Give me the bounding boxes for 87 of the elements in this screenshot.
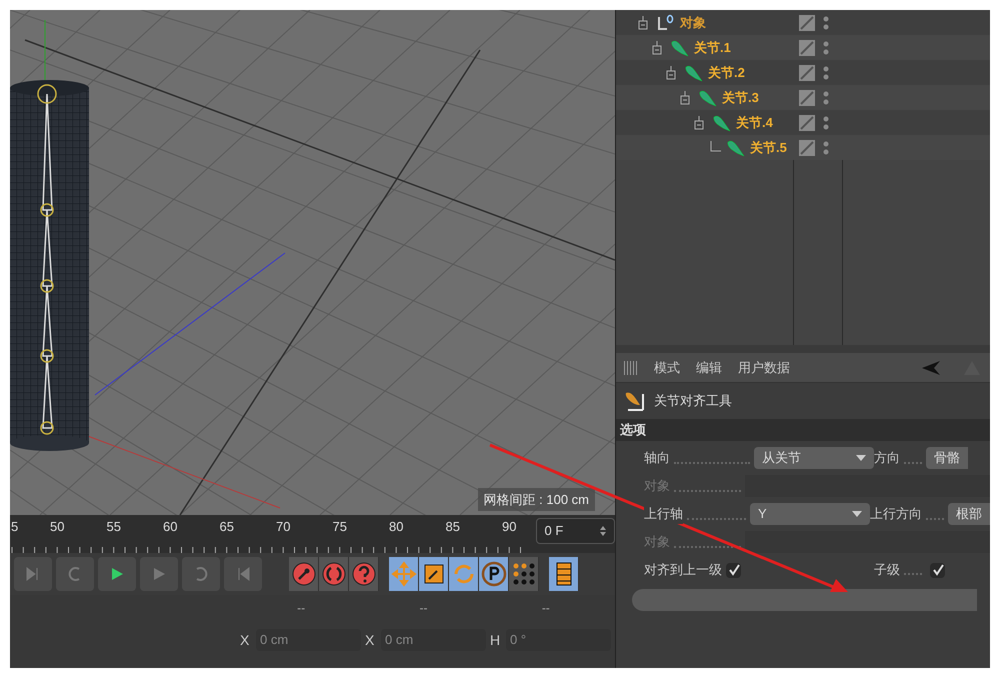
tool-button[interactable] (289, 557, 319, 591)
layer-toggle-icon[interactable] (799, 40, 815, 56)
step-forward-button[interactable] (182, 557, 220, 591)
layer-toggle-icon[interactable] (799, 114, 815, 130)
tool-button[interactable] (509, 557, 539, 591)
viewport[interactable]: 网格间距 : 100 cm (10, 10, 615, 515)
caret-icon (852, 511, 862, 517)
joint-icon (726, 138, 746, 156)
layer-toggle-icon[interactable] (799, 64, 815, 80)
checkbox[interactable] (726, 562, 741, 578)
option-button[interactable]: 根部 (948, 503, 990, 525)
menu-item[interactable]: 用户数据 (738, 358, 790, 378)
frame-number: 70 (276, 518, 290, 536)
frame-number: 5 (11, 518, 18, 536)
coordinate-field[interactable]: 0 cm (256, 629, 361, 651)
tool-button[interactable] (389, 557, 419, 591)
object-link-field[interactable] (745, 475, 990, 497)
caret-icon (856, 455, 866, 461)
frame-field[interactable]: 0 F (536, 518, 615, 544)
joint-icon (712, 114, 732, 132)
key-icon (290, 561, 316, 587)
help-icon (350, 561, 376, 587)
object-name[interactable]: 对象 (680, 12, 706, 32)
object-name[interactable]: 关节.3 (722, 88, 759, 108)
play-button[interactable] (98, 557, 136, 591)
tool-button[interactable] (419, 557, 449, 591)
frame-number: 60 (163, 518, 178, 536)
grid-spacing-label: 网格间距 : 100 cm (478, 488, 595, 511)
frame-number: 80 (389, 518, 404, 536)
frame-number: 65 (220, 518, 234, 536)
object-link-field[interactable] (745, 531, 990, 553)
step-back-button[interactable] (56, 557, 94, 591)
skip-end-button[interactable] (224, 557, 262, 591)
axis-label: X (240, 630, 250, 650)
layer-toggle-icon[interactable] (799, 90, 815, 106)
tool-button[interactable] (349, 557, 379, 591)
skip-start-button[interactable] (14, 557, 52, 591)
play-button[interactable] (140, 557, 178, 591)
tool-button[interactable] (479, 557, 509, 591)
visibility-dots-icon[interactable] (823, 114, 829, 130)
visibility-dots-icon[interactable] (823, 140, 829, 156)
section-header: 选项 (616, 419, 990, 441)
joint-tool-icon (624, 390, 646, 412)
cycle-icon (320, 561, 346, 587)
timeline[interactable]: 5 50 55 60 65 70 75 80 85 90 0 F (10, 515, 615, 553)
frame-number: 75 (332, 518, 347, 536)
column-header: -- (419, 600, 428, 617)
visibility-dots-icon[interactable] (823, 64, 829, 80)
null-object-icon (656, 14, 676, 32)
tree-branch-icon (708, 140, 722, 154)
visibility-dots-icon[interactable] (823, 90, 829, 106)
frame-number: 55 (106, 518, 121, 536)
column-header: -- (297, 600, 306, 617)
dropdown[interactable]: Y (750, 503, 870, 525)
dot-grid-icon (510, 561, 536, 587)
menu-item[interactable]: 模式 (654, 358, 680, 378)
field-label: 上行轴 (644, 504, 683, 524)
joint-icon (698, 88, 718, 106)
axis-label: X (365, 630, 376, 650)
layer-toggle-icon[interactable] (799, 140, 815, 156)
tool-button[interactable] (549, 557, 579, 591)
coordinate-field[interactable]: 0 cm (381, 629, 486, 651)
object-name[interactable]: 关节.5 (750, 138, 787, 158)
p-circle-icon (480, 561, 506, 587)
frame-number: 90 (502, 518, 516, 536)
column-header: -- (542, 600, 550, 617)
checkbox[interactable] (930, 562, 945, 578)
option-button[interactable]: 骨骼 (926, 447, 968, 469)
coordinate-field[interactable]: 0 ° (506, 629, 611, 651)
visibility-dots-icon[interactable] (823, 40, 829, 56)
menu-item[interactable]: 编辑 (696, 358, 722, 378)
joint-icon (670, 38, 690, 56)
move-arrows-icon (390, 561, 416, 587)
layer-toggle-icon[interactable] (799, 14, 815, 30)
tool-button[interactable] (319, 557, 349, 591)
object-name[interactable]: 关节.4 (736, 112, 773, 132)
tool-title: 关节对齐工具 (654, 392, 732, 410)
tool-button[interactable] (449, 557, 479, 591)
visibility-dots-icon[interactable] (823, 14, 829, 30)
dropdown[interactable]: 从关节 (754, 447, 874, 469)
joint-icon (684, 64, 704, 82)
frame-number: 85 (446, 518, 460, 536)
object-name[interactable]: 关节.2 (708, 62, 745, 82)
frame-number: 50 (50, 518, 64, 536)
object-name[interactable]: 关节.1 (694, 38, 731, 58)
spinner-icon (600, 526, 606, 536)
axis-label: H (490, 630, 502, 650)
